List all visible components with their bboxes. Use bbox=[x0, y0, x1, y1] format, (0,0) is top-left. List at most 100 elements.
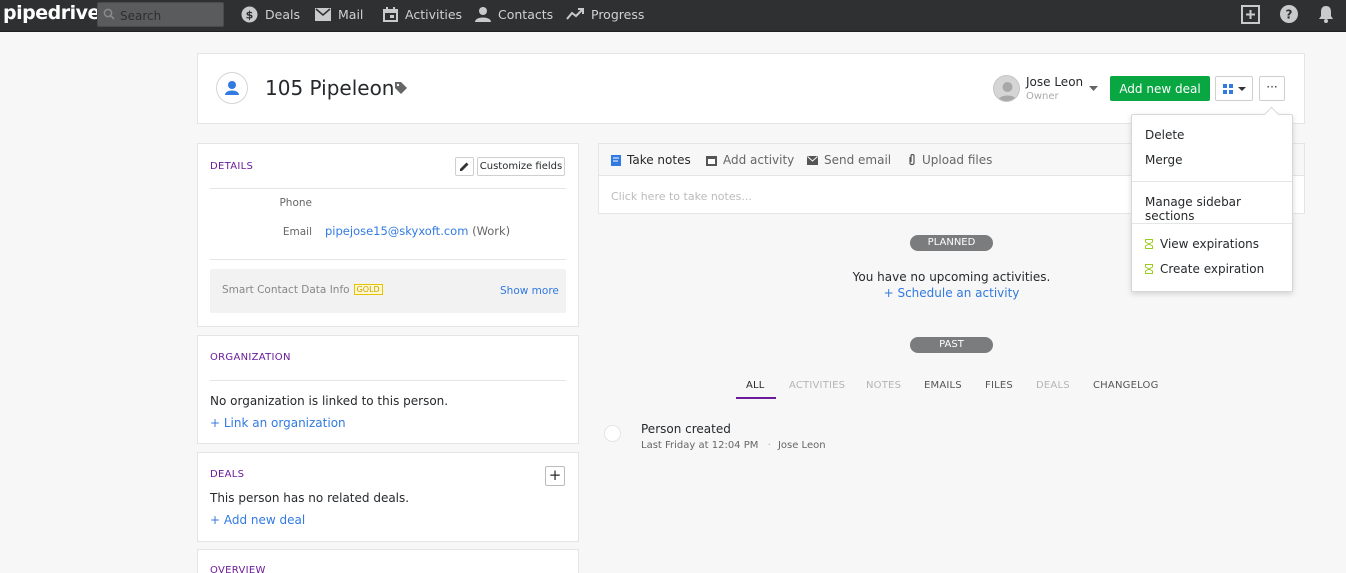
edit-details-button[interactable] bbox=[455, 157, 474, 176]
smart-contact-text: Smart Contact Data Info bbox=[222, 284, 350, 296]
more-actions-button[interactable]: ··· bbox=[1259, 76, 1285, 101]
nav-activities[interactable]: Activities bbox=[383, 0, 462, 28]
filter-activities[interactable]: ACTIVITIES bbox=[789, 380, 845, 391]
email-link[interactable]: pipejose15@skyxoft.com bbox=[325, 224, 468, 238]
hourglass-icon bbox=[1145, 264, 1153, 274]
divider bbox=[210, 259, 566, 260]
pencil-icon bbox=[460, 162, 469, 171]
nav-deals-label: Deals bbox=[265, 6, 300, 22]
filter-deals[interactable]: DEALS bbox=[1036, 380, 1070, 391]
overview-card: OVERVIEW bbox=[197, 549, 579, 573]
nav-progress-label: Progress bbox=[591, 6, 645, 22]
link-organization-link[interactable]: + Link an organization bbox=[210, 416, 346, 430]
svg-text:?: ? bbox=[1286, 8, 1293, 22]
chevron-down-icon bbox=[1238, 87, 1246, 91]
chevron-down-icon[interactable] bbox=[1089, 86, 1098, 91]
event-title: Person created bbox=[641, 422, 731, 436]
grid-icon bbox=[1223, 84, 1233, 94]
menu-item-create-expiration[interactable]: Create expiration bbox=[1145, 262, 1264, 276]
calendar-icon bbox=[706, 155, 717, 166]
gold-badge: GOLD bbox=[353, 284, 383, 295]
person-icon bbox=[475, 7, 491, 22]
no-deals-text: This person has no related deals. bbox=[210, 491, 410, 505]
trend-icon bbox=[566, 8, 584, 20]
show-more-link[interactable]: Show more bbox=[500, 285, 559, 297]
past-label: PAST bbox=[910, 337, 993, 353]
no-organization-text: No organization is linked to this person… bbox=[210, 394, 449, 408]
notes-input[interactable]: Click here to take notes... bbox=[611, 190, 752, 203]
nav-activities-label: Activities bbox=[405, 6, 463, 22]
schedule-activity-link[interactable]: + Schedule an activity bbox=[798, 286, 1105, 300]
menu-item-view-expirations[interactable]: View expirations bbox=[1145, 237, 1259, 251]
add-new-deal-button[interactable]: Add new deal bbox=[1110, 76, 1210, 101]
nav-contacts[interactable]: Contacts bbox=[475, 0, 553, 28]
tab-add-activity-label: Add activity bbox=[723, 153, 795, 167]
help-icon[interactable]: ? bbox=[1280, 5, 1298, 23]
details-title: DETAILS bbox=[210, 161, 254, 172]
filter-emails[interactable]: EMAILS bbox=[924, 380, 962, 391]
create-expiration-label: Create expiration bbox=[1160, 262, 1265, 276]
active-filter-underline bbox=[736, 397, 776, 399]
deals-card: DEALS + This person has no related deals… bbox=[197, 452, 579, 542]
planned-label: PLANNED bbox=[910, 235, 993, 251]
add-new-deal-link[interactable]: + Add new deal bbox=[210, 513, 305, 527]
menu-divider bbox=[1132, 181, 1292, 182]
view-expirations-label: View expirations bbox=[1160, 237, 1260, 251]
search-box[interactable] bbox=[97, 2, 224, 27]
menu-item-delete[interactable]: Delete bbox=[1145, 128, 1184, 142]
nav-mail[interactable]: Mail bbox=[315, 0, 363, 28]
pipedrive-logo[interactable]: pipedrive bbox=[3, 2, 100, 24]
menu-item-manage-sidebar[interactable]: Manage sidebar sections bbox=[1145, 195, 1292, 223]
filter-all[interactable]: ALL bbox=[746, 380, 765, 391]
divider bbox=[210, 188, 566, 189]
details-card: DETAILS Customize fields Phone Email pip… bbox=[197, 143, 579, 327]
overview-title: OVERVIEW bbox=[210, 565, 266, 573]
hourglass-icon bbox=[1145, 239, 1153, 249]
dollar-icon: $ bbox=[241, 6, 258, 22]
divider bbox=[210, 380, 566, 381]
search-icon bbox=[103, 8, 115, 20]
timeline-dot bbox=[604, 425, 621, 442]
calendar-icon bbox=[383, 6, 398, 22]
paperclip-icon bbox=[909, 154, 915, 166]
smart-contact-label: Smart Contact Data Info GOLD bbox=[222, 284, 383, 296]
view-switcher-button[interactable] bbox=[1215, 76, 1253, 101]
event-user[interactable]: Jose Leon bbox=[778, 440, 826, 451]
svg-text:$: $ bbox=[246, 8, 254, 21]
tab-take-notes[interactable]: Take notes bbox=[611, 153, 691, 167]
tab-upload-files-label: Upload files bbox=[922, 153, 993, 167]
organization-title: ORGANIZATION bbox=[210, 352, 291, 363]
menu-item-merge[interactable]: Merge bbox=[1145, 153, 1182, 167]
tab-send-email-label: Send email bbox=[824, 153, 892, 167]
search-input[interactable] bbox=[120, 7, 218, 24]
mail-icon bbox=[315, 7, 331, 21]
phone-label: Phone bbox=[279, 197, 312, 209]
tab-send-email[interactable]: Send email bbox=[807, 153, 891, 167]
person-name[interactable]: 105 Pipeleon bbox=[265, 76, 394, 100]
organization-card: ORGANIZATION No organization is linked t… bbox=[197, 335, 579, 444]
nav-progress[interactable]: Progress bbox=[566, 0, 644, 28]
more-actions-menu: Delete Merge Manage sidebar sections Vie… bbox=[1131, 114, 1293, 292]
owner-avatar[interactable] bbox=[993, 75, 1020, 102]
filter-notes[interactable]: NOTES bbox=[866, 380, 901, 391]
note-icon bbox=[611, 154, 621, 166]
bell-icon[interactable] bbox=[1318, 5, 1334, 23]
email-type: (Work) bbox=[472, 224, 511, 238]
filter-changelog[interactable]: CHANGELOG bbox=[1093, 380, 1159, 391]
tag-icon[interactable] bbox=[395, 82, 407, 94]
tab-take-notes-label: Take notes bbox=[627, 153, 691, 167]
smart-contact-data-box: Smart Contact Data Info GOLD Show more bbox=[210, 269, 566, 313]
no-activities-text: You have no upcoming activities. bbox=[852, 270, 1051, 284]
nav-mail-label: Mail bbox=[338, 6, 364, 22]
owner-name[interactable]: Jose Leon bbox=[1026, 75, 1083, 89]
nav-deals[interactable]: $ Deals bbox=[241, 0, 300, 28]
quick-add-icon[interactable] bbox=[1241, 5, 1260, 24]
tab-upload-files[interactable]: Upload files bbox=[908, 153, 992, 167]
add-deal-plus-button[interactable]: + bbox=[545, 466, 565, 486]
filter-files[interactable]: FILES bbox=[985, 380, 1013, 391]
person-avatar bbox=[216, 72, 248, 104]
event-meta: Last Friday at 12:04 PM · Jose Leon bbox=[641, 440, 826, 451]
person-icon bbox=[225, 81, 239, 95]
tab-add-activity[interactable]: Add activity bbox=[706, 153, 794, 167]
customize-fields-button[interactable]: Customize fields bbox=[477, 157, 565, 176]
